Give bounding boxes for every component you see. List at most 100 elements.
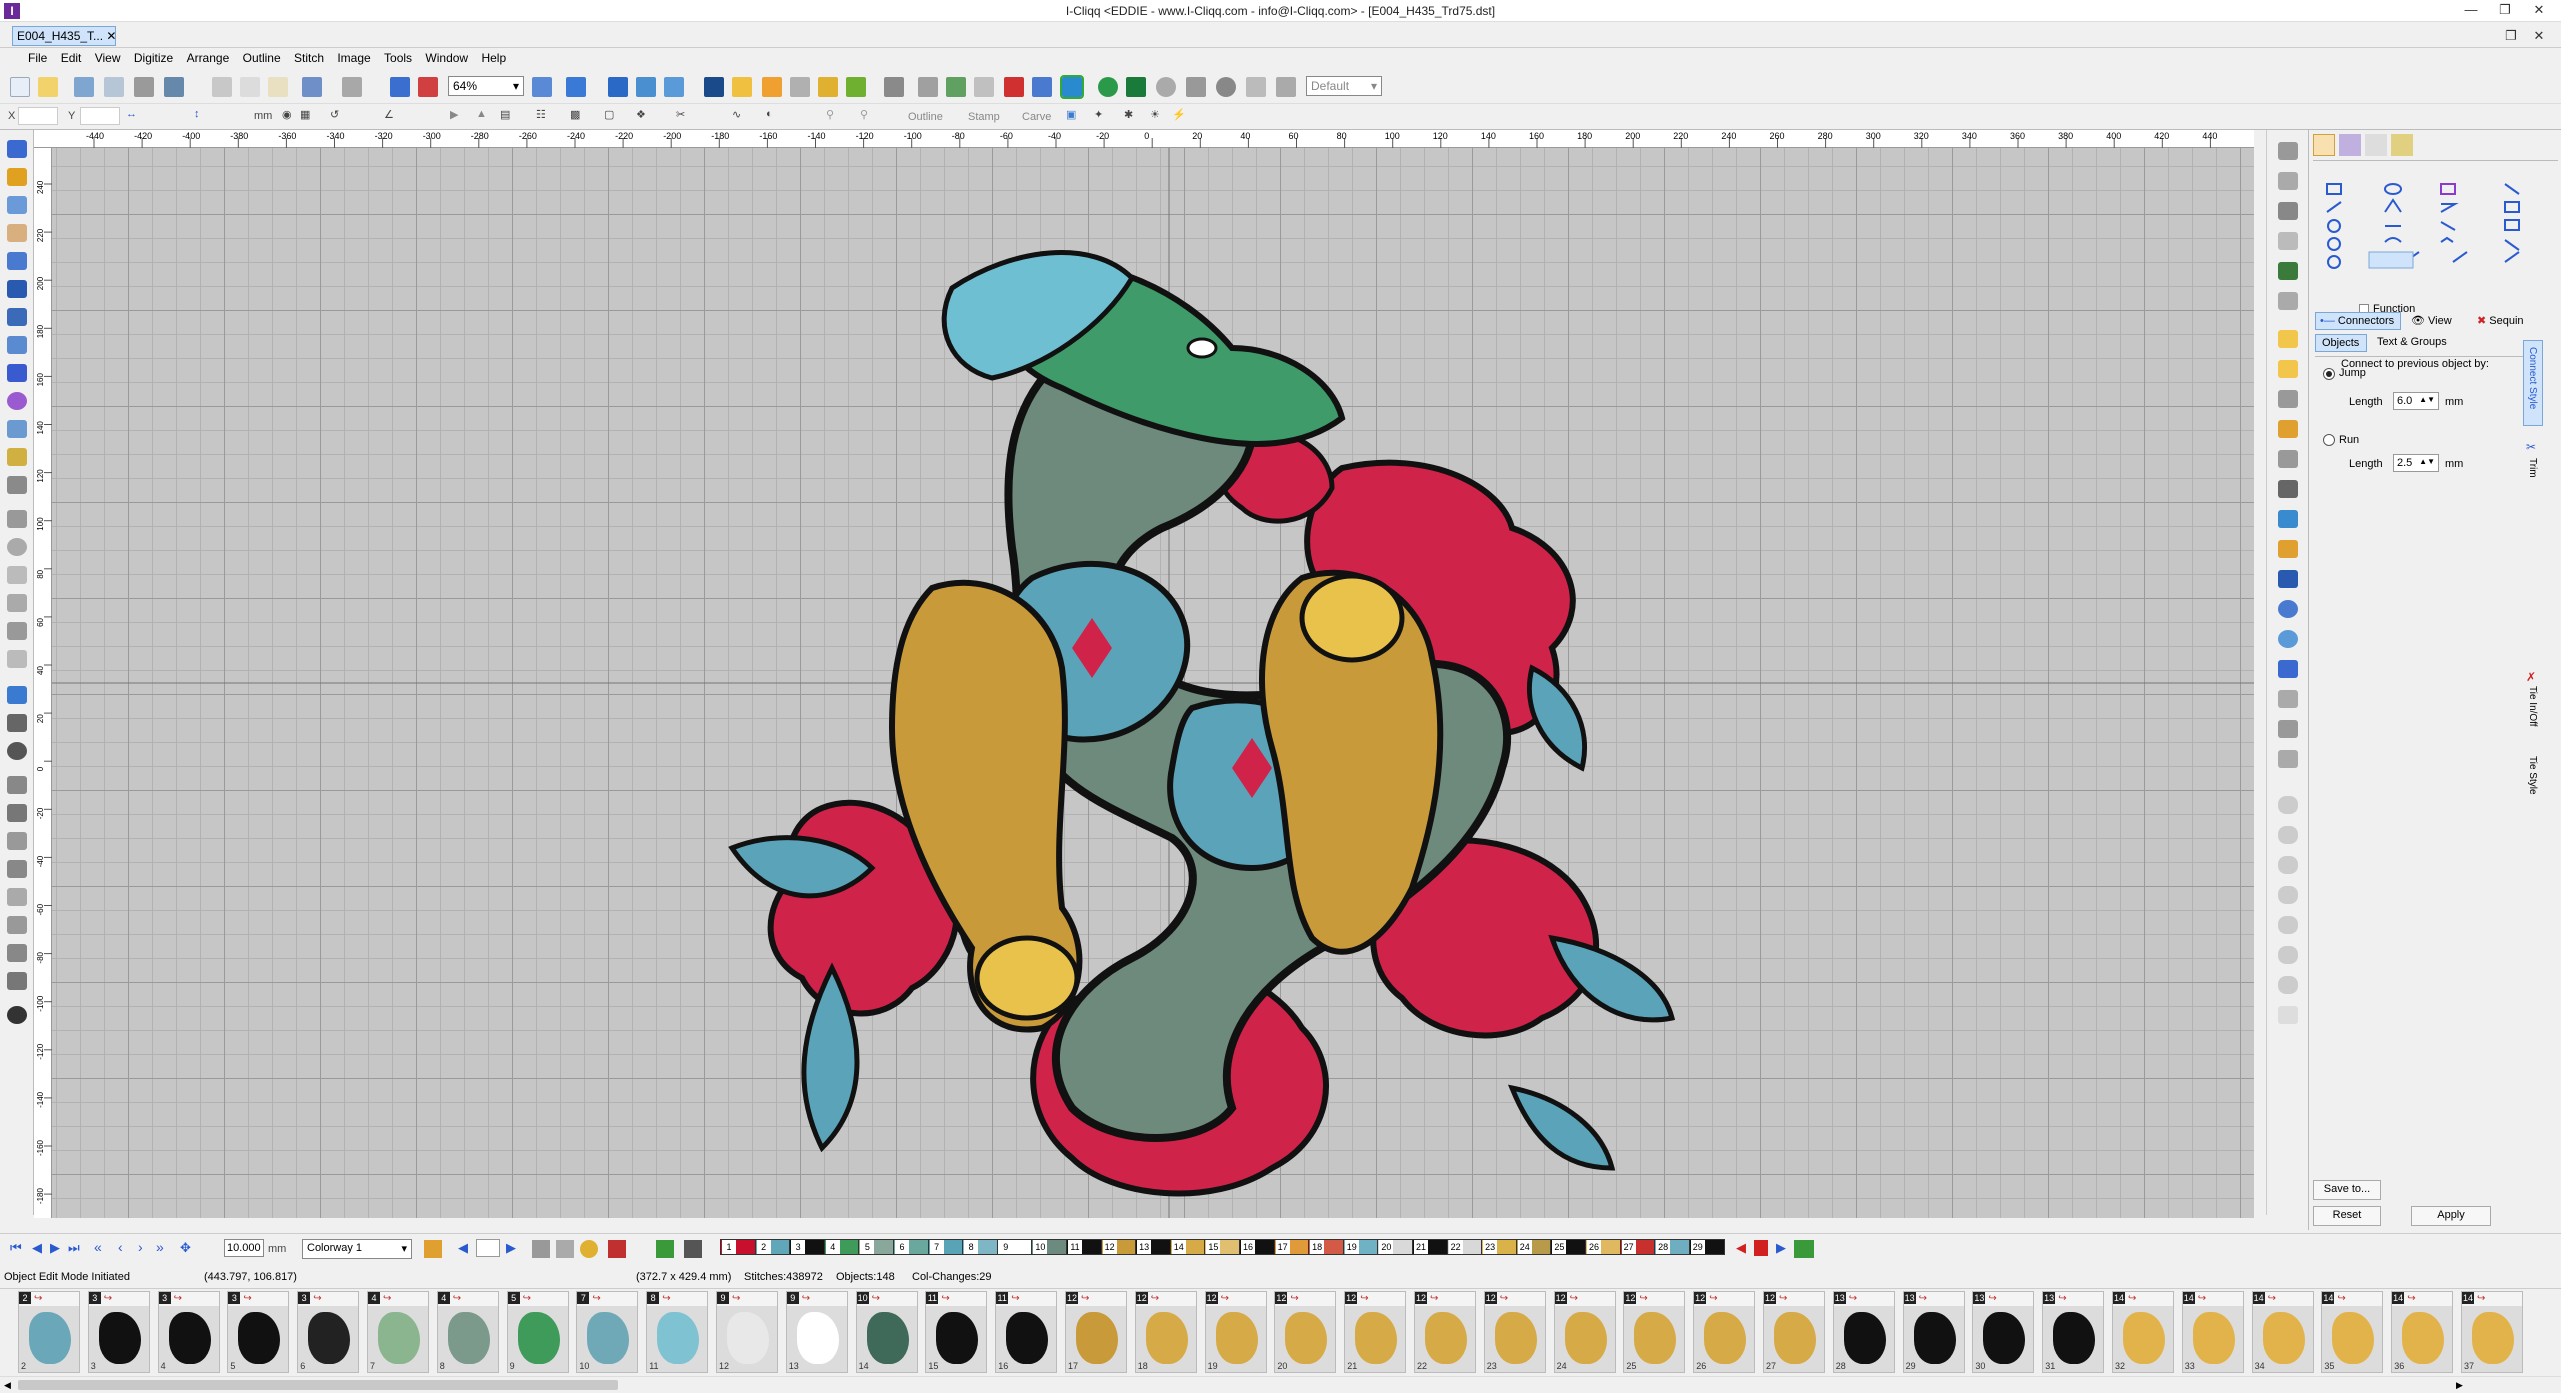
zoom-out-icon[interactable]: ⚲ <box>860 108 868 121</box>
object-thumbnail[interactable]: 12 ↪ 20 <box>1274 1291 1337 1373</box>
side-tab-trim[interactable]: ✂ Trim <box>2523 440 2543 500</box>
pin-icon[interactable] <box>2278 540 2298 558</box>
object-view-icon[interactable] <box>1032 77 1052 97</box>
line-tool-icon[interactable] <box>7 280 27 298</box>
color-swatch[interactable]: 1 <box>720 1239 756 1255</box>
color-swatch[interactable]: 17 <box>1273 1239 1310 1255</box>
select-mode-icon[interactable] <box>390 77 410 97</box>
doc-restore-icon[interactable]: ❐ <box>2500 28 2522 44</box>
reshape-icon[interactable] <box>2278 172 2298 190</box>
style-combo[interactable]: Default ▾ <box>1306 76 1382 96</box>
move-horizontal-icon[interactable]: ↔ <box>126 108 137 120</box>
properties-tab-icon[interactable] <box>2313 134 2335 156</box>
slot-4-icon[interactable] <box>2278 886 2298 904</box>
ungroup-icon[interactable]: ▢ <box>604 108 614 121</box>
node-tool-icon[interactable] <box>7 972 27 990</box>
entry-exit-icon[interactable] <box>2278 292 2298 310</box>
color-swatch[interactable]: 9 <box>996 1239 1033 1255</box>
color-swatch[interactable]: 5 <box>858 1239 895 1255</box>
hand-tool-icon[interactable] <box>7 224 27 242</box>
smooth-icon[interactable]: ∿ <box>732 108 741 121</box>
object-thumbnail[interactable]: 12 ↪ 18 <box>1134 1291 1197 1373</box>
object-thumbnail[interactable]: 14 ↪ 33 <box>2181 1291 2244 1373</box>
next-stitch-icon[interactable]: ▶ <box>50 1240 60 1256</box>
object-thumbnail[interactable]: 5 ↪ 9 <box>506 1291 569 1373</box>
tab-sequin[interactable]: ✖ Sequin <box>2477 314 2524 327</box>
reset-button[interactable]: Reset <box>2313 1206 2381 1226</box>
menu-arrange[interactable]: Arrange <box>187 48 230 65</box>
swatch-palette-icon[interactable] <box>1794 1240 1814 1258</box>
pencil-tool-icon[interactable] <box>7 168 27 186</box>
menu-file[interactable]: File <box>28 48 47 65</box>
object-thumbnail[interactable]: 4 ↪ 8 <box>436 1291 499 1373</box>
color-swatch[interactable]: 14 <box>1169 1239 1206 1255</box>
rotate-icon[interactable] <box>1186 77 1206 97</box>
minimize-icon[interactable]: — <box>2460 2 2482 17</box>
slot-7-icon[interactable] <box>2278 976 2298 994</box>
slot-1-icon[interactable] <box>2278 796 2298 814</box>
edit-pencil-icon[interactable] <box>2278 142 2298 160</box>
object-thumbnail[interactable]: 14 ↪ 37 <box>2461 1291 2523 1373</box>
document-tab[interactable]: E004_H435_T... ✕ <box>12 26 116 46</box>
object-thumbnail[interactable]: 9 ↪ 13 <box>785 1291 848 1373</box>
rotate-angle-icon[interactable]: ↺ <box>330 108 339 121</box>
menu-tools[interactable]: Tools <box>384 48 412 65</box>
color-index-input[interactable] <box>476 1239 500 1257</box>
print-preview-icon[interactable] <box>164 77 184 97</box>
carve-tool-icon[interactable] <box>7 622 27 640</box>
zoom-in-icon[interactable]: ⚲ <box>826 108 834 121</box>
select-tool-icon[interactable] <box>7 140 27 158</box>
slot-5-icon[interactable] <box>2278 916 2298 934</box>
fabric-icon[interactable] <box>846 77 866 97</box>
carve-button[interactable]: Carve <box>1022 111 1051 123</box>
measure-tool-icon[interactable] <box>7 832 27 850</box>
object-scrollbar[interactable]: ◀ ▶ <box>0 1376 2561 1393</box>
convert-icon[interactable] <box>946 77 966 97</box>
palette-icon[interactable] <box>424 1240 442 1258</box>
jump-tool-icon[interactable] <box>7 916 27 934</box>
menu-edit[interactable]: Edit <box>61 48 82 65</box>
object-thumbnail[interactable]: 12 ↪ 24 <box>1553 1291 1616 1373</box>
outline-button[interactable]: Outline <box>908 111 943 123</box>
swatch-red-icon[interactable] <box>1754 1240 1768 1256</box>
color-swatch[interactable]: 13 <box>1135 1239 1172 1255</box>
object-thumbnail[interactable]: 14 ↪ 32 <box>2112 1291 2174 1373</box>
menu-stitch[interactable]: Stitch <box>294 48 324 65</box>
color-swatch[interactable]: 26 <box>1585 1239 1621 1255</box>
object-thumbnail[interactable]: 14 ↪ 36 <box>2391 1291 2454 1373</box>
color-swatch[interactable]: 10 <box>1031 1239 1068 1255</box>
center-icon[interactable] <box>2278 232 2298 250</box>
scale-icon[interactable]: ▦ <box>300 108 310 121</box>
trim-tool-icon[interactable] <box>7 888 27 906</box>
document-icon[interactable] <box>2278 1006 2298 1024</box>
grid-properties-icon[interactable] <box>2278 360 2298 378</box>
grid-icon[interactable] <box>636 77 656 97</box>
plus-icon[interactable] <box>2278 390 2298 408</box>
move-vertical-icon[interactable]: ↕ <box>194 108 200 120</box>
apply-button[interactable]: Apply <box>2411 1206 2491 1226</box>
object-thumbnail[interactable]: 2 ↪ 2 <box>18 1291 80 1373</box>
color-swatch[interactable]: 20 <box>1377 1239 1414 1255</box>
color-swatch[interactable]: 11 <box>1066 1239 1102 1255</box>
fit-icon[interactable]: ✥ <box>180 1240 191 1256</box>
menu-outline[interactable]: Outline <box>243 48 281 65</box>
color-swatch[interactable]: 29 <box>1688 1239 1725 1255</box>
scissors-tool-icon[interactable] <box>7 714 27 732</box>
open-file-icon[interactable] <box>38 77 58 97</box>
lock-icon[interactable]: ◉ <box>282 108 292 121</box>
fill-tool-icon[interactable] <box>7 308 27 326</box>
auto-icon[interactable]: ✦ <box>1094 108 1103 121</box>
color-swatch[interactable]: 15 <box>1204 1239 1241 1255</box>
list-tab-icon[interactable] <box>2365 134 2387 156</box>
doc-close-icon[interactable]: ✕ <box>2528 28 2550 44</box>
tie-view-icon[interactable] <box>790 77 810 97</box>
close-icon[interactable]: ✕ <box>2528 2 2550 18</box>
color-remove-icon[interactable] <box>684 1240 702 1258</box>
last-stitch-icon[interactable]: ⏭ <box>68 1240 80 1256</box>
copy-icon[interactable] <box>240 77 260 97</box>
side-tab-tie-style[interactable]: Tie Style <box>2523 756 2543 816</box>
object-thumbnail[interactable]: 13 ↪ 31 <box>2042 1291 2105 1373</box>
complex-fill-icon[interactable] <box>7 336 27 354</box>
color-next-icon[interactable]: ▶ <box>506 1240 516 1256</box>
stop-icon[interactable] <box>418 77 438 97</box>
